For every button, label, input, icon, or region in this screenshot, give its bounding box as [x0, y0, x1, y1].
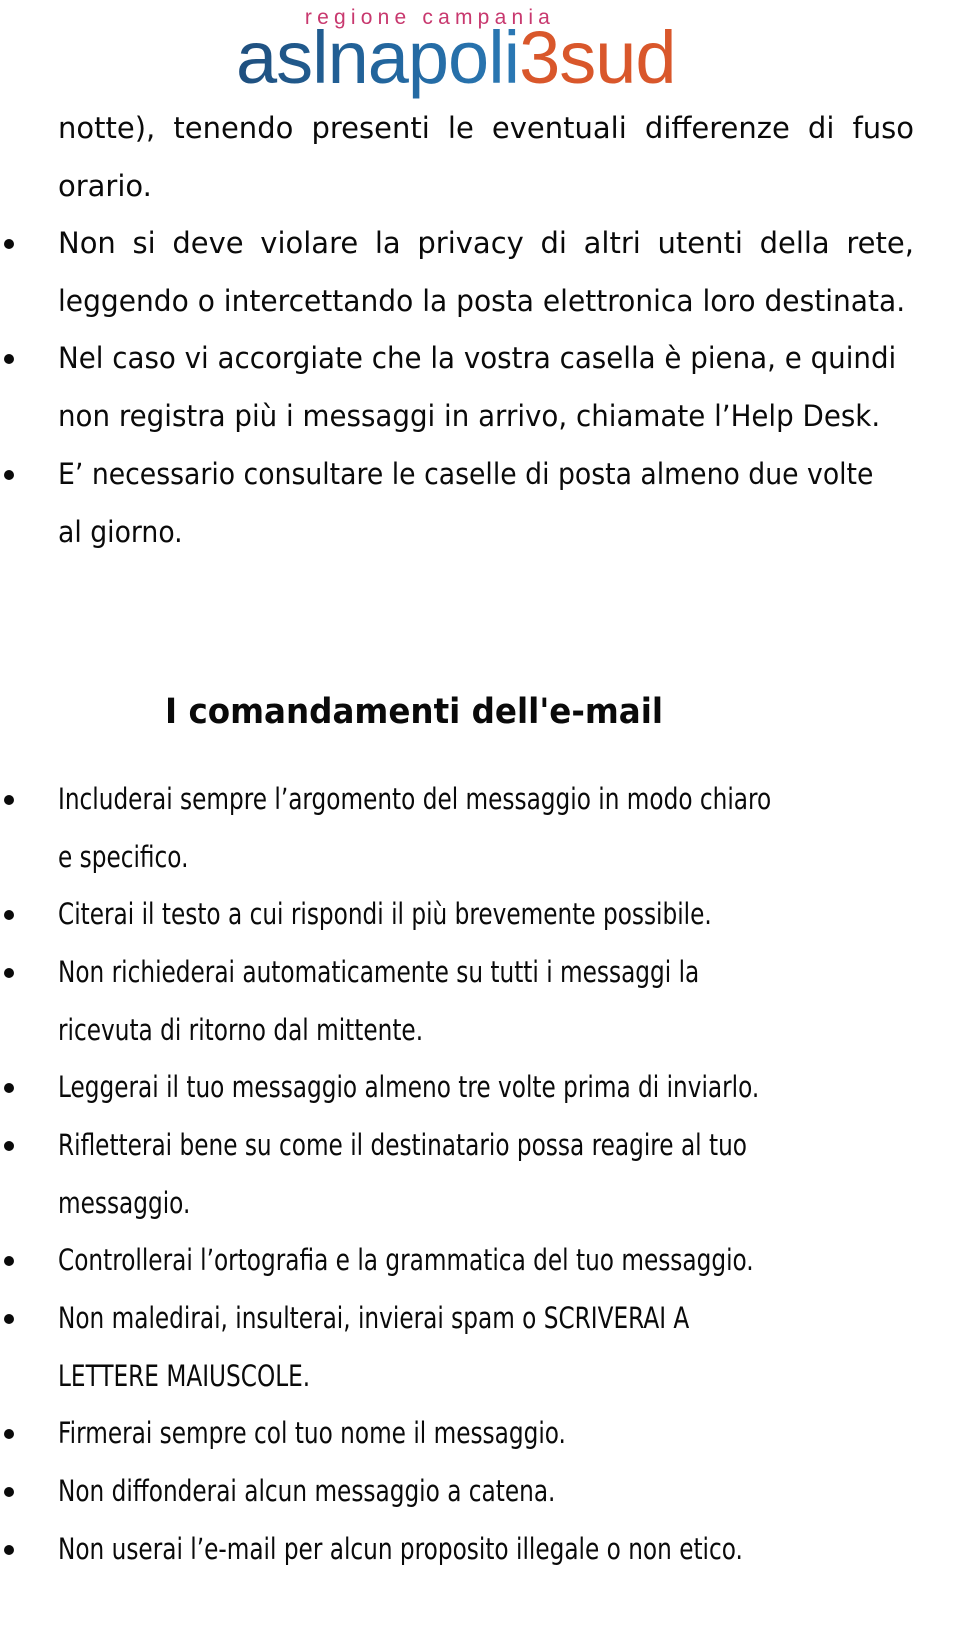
word: la — [374, 226, 401, 260]
list-item-line: messaggio. — [58, 1186, 191, 1220]
list-item-line: Non maledirai, insulterai, invierai spam… — [58, 1301, 690, 1335]
word: privacy — [417, 226, 524, 260]
word: utenti — [657, 226, 743, 260]
word: notte), — [58, 111, 156, 145]
bullet-icon — [4, 968, 14, 978]
list-item-line: Non richiederai automaticamente su tutti… — [58, 955, 700, 989]
word: si — [132, 226, 156, 260]
word: rete, — [846, 226, 914, 260]
word: di — [807, 111, 835, 145]
list-item-line: Rifletterai bene su come il destinatario… — [58, 1128, 747, 1162]
word: fuso — [852, 111, 914, 145]
list-item-line: Leggerai il tuo messaggio almeno tre vol… — [58, 1070, 760, 1104]
justified-words: Non si deve violare la privacy di altri utenti de… — [58, 223, 914, 263]
list-item-line: E’ necessario consultare le caselle di p… — [58, 457, 874, 491]
word: presenti — [311, 111, 430, 145]
bullet-icon — [4, 1083, 14, 1093]
list-item-line: al giorno. — [58, 515, 183, 549]
list-item-line: non registra più i messaggi in arrivo, c… — [58, 399, 881, 433]
bullet-icon — [4, 1314, 14, 1324]
bullet-icon — [4, 910, 14, 920]
list-item-line: leggendo o intercettando la posta elettr… — [58, 284, 906, 318]
justified-words: notte), tenendo presenti le eventuali differe… — [58, 108, 914, 148]
word: altri — [583, 226, 641, 260]
bullet-icon — [4, 1429, 14, 1439]
list-item-line: Firmerai sempre col tuo nome il messaggi… — [58, 1416, 566, 1450]
word: della — [759, 226, 830, 260]
word: deve — [172, 226, 244, 260]
bullet-icon — [4, 470, 14, 480]
list-item-line: e specifico. — [58, 840, 189, 874]
word: differenze — [644, 111, 790, 145]
word: violare — [260, 226, 359, 260]
list-item-line: Non diffonderai alcun messaggio a catena… — [58, 1474, 556, 1508]
word: tenendo — [173, 111, 294, 145]
continuation-line-2: orario. — [58, 169, 152, 203]
logo-wordmark-blue: aslnapoli — [236, 16, 520, 99]
word: di — [540, 226, 567, 260]
list-item-line: ricevuta di ritorno dal mittente. — [58, 1013, 424, 1047]
list-item-line: Non userai l’e-mail per alcun proposito … — [58, 1532, 743, 1566]
list-item-line: Citerai il testo a cui rispondi il più b… — [58, 897, 712, 931]
logo-wordmark-orange: 3sud — [519, 16, 676, 99]
logo-wordmark: aslnapoli3sud — [236, 16, 677, 99]
list-item-line: Controllerai l’ortografia e la grammatic… — [58, 1243, 754, 1277]
bullet-icon — [4, 239, 14, 249]
bullet-icon — [4, 1256, 14, 1266]
list-item-line: LETTERE MAIUSCOLE. — [58, 1359, 311, 1393]
bullet-icon — [4, 1545, 14, 1555]
word: le — [447, 111, 474, 145]
bullet-icon — [4, 354, 14, 364]
bullet-icon — [4, 1487, 14, 1497]
bullet-icon — [4, 795, 14, 805]
list-item-line: Includerai sempre l’argomento del messag… — [58, 782, 772, 816]
list-item-line: Nel caso vi accorgiate che la vostra cas… — [58, 341, 897, 375]
bullet-icon — [4, 1141, 14, 1151]
list-item-line: Non si deve violare la privacy di altri utenti de… — [58, 223, 914, 263]
continuation-line-1: notte), tenendo presenti le eventuali differe… — [58, 108, 914, 148]
section-title: I comandamenti dell'e-mail — [165, 692, 664, 732]
header-logo: regione campania aslnapoli3sud — [0, 0, 960, 100]
word: Non — [58, 226, 116, 260]
word: eventuali — [491, 111, 627, 145]
